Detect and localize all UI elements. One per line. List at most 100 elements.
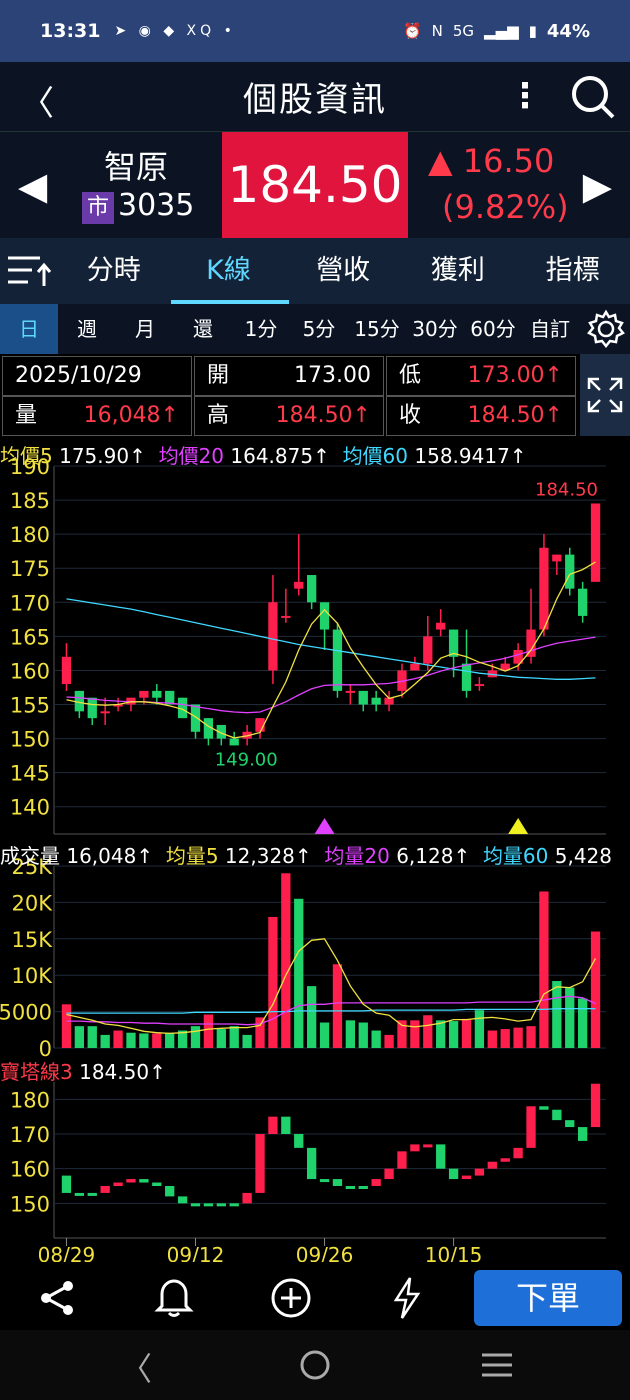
search-icon[interactable]	[570, 74, 616, 120]
tower-tick-label: 150	[10, 1192, 50, 1216]
add-circle-icon[interactable]	[270, 1277, 312, 1319]
date-tick-label: 09/26	[296, 1243, 354, 1262]
tab-indicators[interactable]: 指標	[515, 238, 630, 304]
tower-brick	[358, 1186, 368, 1189]
share-icon[interactable]	[38, 1278, 78, 1318]
candle-body	[152, 690, 162, 698]
info-high-label: 高	[207, 403, 230, 428]
stock-name: 智原	[104, 148, 169, 186]
tower-brick	[474, 1168, 485, 1176]
period-week[interactable]: 週	[58, 304, 116, 354]
candle-body	[474, 684, 485, 687]
tower-brick	[539, 1106, 549, 1110]
nav-back-icon[interactable]: 〈	[120, 1344, 152, 1390]
price-tick-label: 175	[10, 557, 50, 581]
tower-brick	[423, 1144, 433, 1148]
v20-line	[66, 995, 596, 1026]
price-tick-label: 160	[10, 659, 50, 683]
tower-brick	[384, 1168, 394, 1180]
candle-body	[513, 650, 523, 664]
volume-bar	[345, 1020, 356, 1048]
candle-body	[61, 656, 72, 685]
ma5-line	[66, 561, 596, 739]
price-change-value: 16.50	[462, 142, 555, 180]
volume-bar	[152, 1033, 162, 1048]
candle-body	[500, 663, 510, 671]
price-tick-label: 180	[10, 523, 50, 547]
tab-kline[interactable]: K線	[171, 238, 289, 304]
period-60min[interactable]: 60分	[464, 304, 522, 354]
volume-bar	[474, 1010, 485, 1048]
tower-brick	[100, 1186, 110, 1193]
period-5min[interactable]: 5分	[290, 304, 348, 354]
nav-home-icon[interactable]	[298, 1348, 332, 1382]
period-30min[interactable]: 30分	[406, 304, 464, 354]
candle-body	[552, 554, 562, 562]
candle-body	[268, 602, 278, 671]
tower-brick	[242, 1192, 252, 1204]
candle-body	[216, 724, 226, 739]
period-15min[interactable]: 15分	[348, 304, 406, 354]
battery-icon: ▮	[528, 22, 537, 40]
prev-stock-icon[interactable]: ◀	[18, 164, 47, 208]
info-high-value: 184.50↑	[275, 403, 371, 428]
nav-recents-icon[interactable]	[480, 1350, 514, 1380]
tower-brick	[577, 1127, 588, 1141]
next-stock-icon[interactable]: ▶	[583, 164, 612, 208]
candle-body	[461, 663, 472, 691]
period-month[interactable]: 月	[116, 304, 174, 354]
info-open-cell: 開 173.00	[194, 356, 384, 396]
tower-brick	[87, 1192, 97, 1196]
price-change-pct: (9.82%)	[442, 188, 569, 226]
candle-body	[345, 690, 356, 693]
volume-tick-label: 20K	[12, 891, 54, 915]
volume-bar	[203, 1014, 214, 1048]
place-order-button[interactable]: 下單	[474, 1270, 622, 1326]
tower-brick	[552, 1109, 562, 1121]
ma60-value: 158.9417↑	[414, 444, 527, 468]
price-tick-label: 185	[10, 489, 50, 513]
ma20-value: 164.875↑	[230, 444, 330, 468]
volume-bar	[87, 1026, 97, 1048]
fullscreen-expand-icon[interactable]	[580, 354, 630, 436]
v20-value: 6,128↑	[396, 844, 471, 868]
volume-bar	[384, 1034, 394, 1048]
candle-body	[371, 697, 381, 705]
candle-body	[577, 588, 588, 616]
volume-bar	[74, 1026, 85, 1048]
tower-brick	[500, 1158, 510, 1162]
tower-brick	[461, 1175, 472, 1180]
ma5-label: 均價5	[0, 444, 53, 468]
notification-icons: ➤ ◉ ◆ XQ •	[114, 23, 236, 39]
volume-bar	[513, 1027, 523, 1048]
lightning-icon[interactable]	[392, 1276, 422, 1320]
tower-line-label: 寶塔線3	[0, 1060, 73, 1084]
more-menu-icon[interactable]: ⋮	[508, 76, 542, 116]
volume-bar	[590, 931, 601, 1048]
candle-body	[100, 711, 110, 714]
volume-bar	[371, 1030, 381, 1048]
network-type: 5G	[452, 22, 475, 40]
candle-body	[306, 575, 317, 603]
back-icon[interactable]: 〈	[20, 76, 54, 125]
volume-bar	[577, 998, 588, 1048]
tab-intraday[interactable]: 分時	[56, 238, 171, 304]
period-1min[interactable]: 1分	[232, 304, 290, 354]
period-custom[interactable]: 自訂	[522, 304, 578, 354]
volume-bar	[100, 1034, 110, 1048]
tower-brick	[281, 1116, 291, 1134]
signal-icon: ▂▄▆	[484, 22, 519, 40]
market-badge: 市	[82, 192, 114, 224]
candle-body	[87, 697, 97, 719]
alert-bell-icon[interactable]	[154, 1276, 194, 1318]
period-restored[interactable]: 還	[174, 304, 232, 354]
volume-bar	[294, 898, 304, 1048]
period-day[interactable]: 日	[0, 304, 58, 354]
tab-revenue[interactable]: 營收	[286, 238, 401, 304]
settings-gear-icon[interactable]	[580, 304, 630, 354]
tab-profit[interactable]: 獲利	[401, 238, 516, 304]
sort-menu-icon[interactable]	[0, 238, 56, 304]
tower-brick	[255, 1134, 265, 1193]
volume-bar	[319, 1022, 330, 1048]
tower-brick	[590, 1083, 601, 1128]
